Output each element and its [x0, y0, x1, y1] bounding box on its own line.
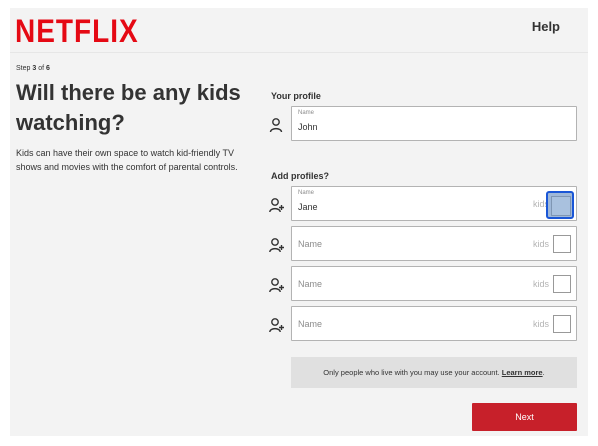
- kids-label: kids: [532, 239, 549, 249]
- kids-label: kids: [532, 319, 549, 329]
- step-total: 6: [46, 65, 50, 72]
- next-button[interactable]: Next: [472, 403, 577, 431]
- page-title: Will there be any kids watching?: [16, 80, 241, 135]
- name-field-placeholder: Name: [298, 319, 323, 329]
- name-field-label: Name: [298, 110, 315, 116]
- kids-checkbox[interactable]: [553, 275, 571, 293]
- person-icon: [269, 118, 283, 133]
- kids-checkbox[interactable]: [546, 191, 574, 219]
- page-description: Kids can have their own space to watch k…: [16, 148, 238, 172]
- add-profiles-label: Add profiles?: [271, 171, 329, 181]
- your-profile-label: Your profile: [271, 91, 321, 101]
- notice-text: Only people who live with you may use yo…: [323, 368, 502, 377]
- account-notice: Only people who live with you may use yo…: [291, 357, 577, 388]
- your-profile-name-field[interactable]: Name John: [291, 106, 577, 141]
- add-profile-field-2[interactable]: Name kids: [291, 226, 577, 261]
- person-add-icon: [269, 318, 284, 333]
- person-add-icon: [269, 198, 284, 213]
- notice-suffix: .: [542, 368, 545, 377]
- add-profile-field-4[interactable]: Name kids: [291, 306, 577, 341]
- add-profile-field-3[interactable]: Name kids: [291, 266, 577, 301]
- learn-more-link[interactable]: Learn more: [502, 368, 543, 377]
- intro-section: Step 3 of 6 Will there be any kids watch…: [16, 65, 256, 174]
- name-field-placeholder: Name: [298, 279, 323, 289]
- netflix-logo[interactable]: NETFLIX: [15, 13, 139, 50]
- person-add-icon: [269, 238, 284, 253]
- name-field-label: Name: [298, 190, 315, 196]
- step-indicator: Step 3 of 6: [16, 65, 50, 72]
- help-link[interactable]: Help: [532, 19, 560, 34]
- kids-checkbox[interactable]: [553, 315, 571, 333]
- name-field-value: John: [298, 122, 318, 132]
- person-add-icon: [269, 278, 284, 293]
- kids-label: kids: [532, 279, 549, 289]
- name-field-placeholder: Name: [298, 239, 323, 249]
- add-profile-field-1[interactable]: Name Jane kids: [291, 186, 577, 221]
- kids-checkbox[interactable]: [553, 235, 571, 253]
- page-frame: NETFLIX Help Step 3 of 6 Will there be a…: [10, 8, 588, 436]
- header: NETFLIX Help: [10, 8, 588, 53]
- name-field-value: Jane: [298, 202, 318, 212]
